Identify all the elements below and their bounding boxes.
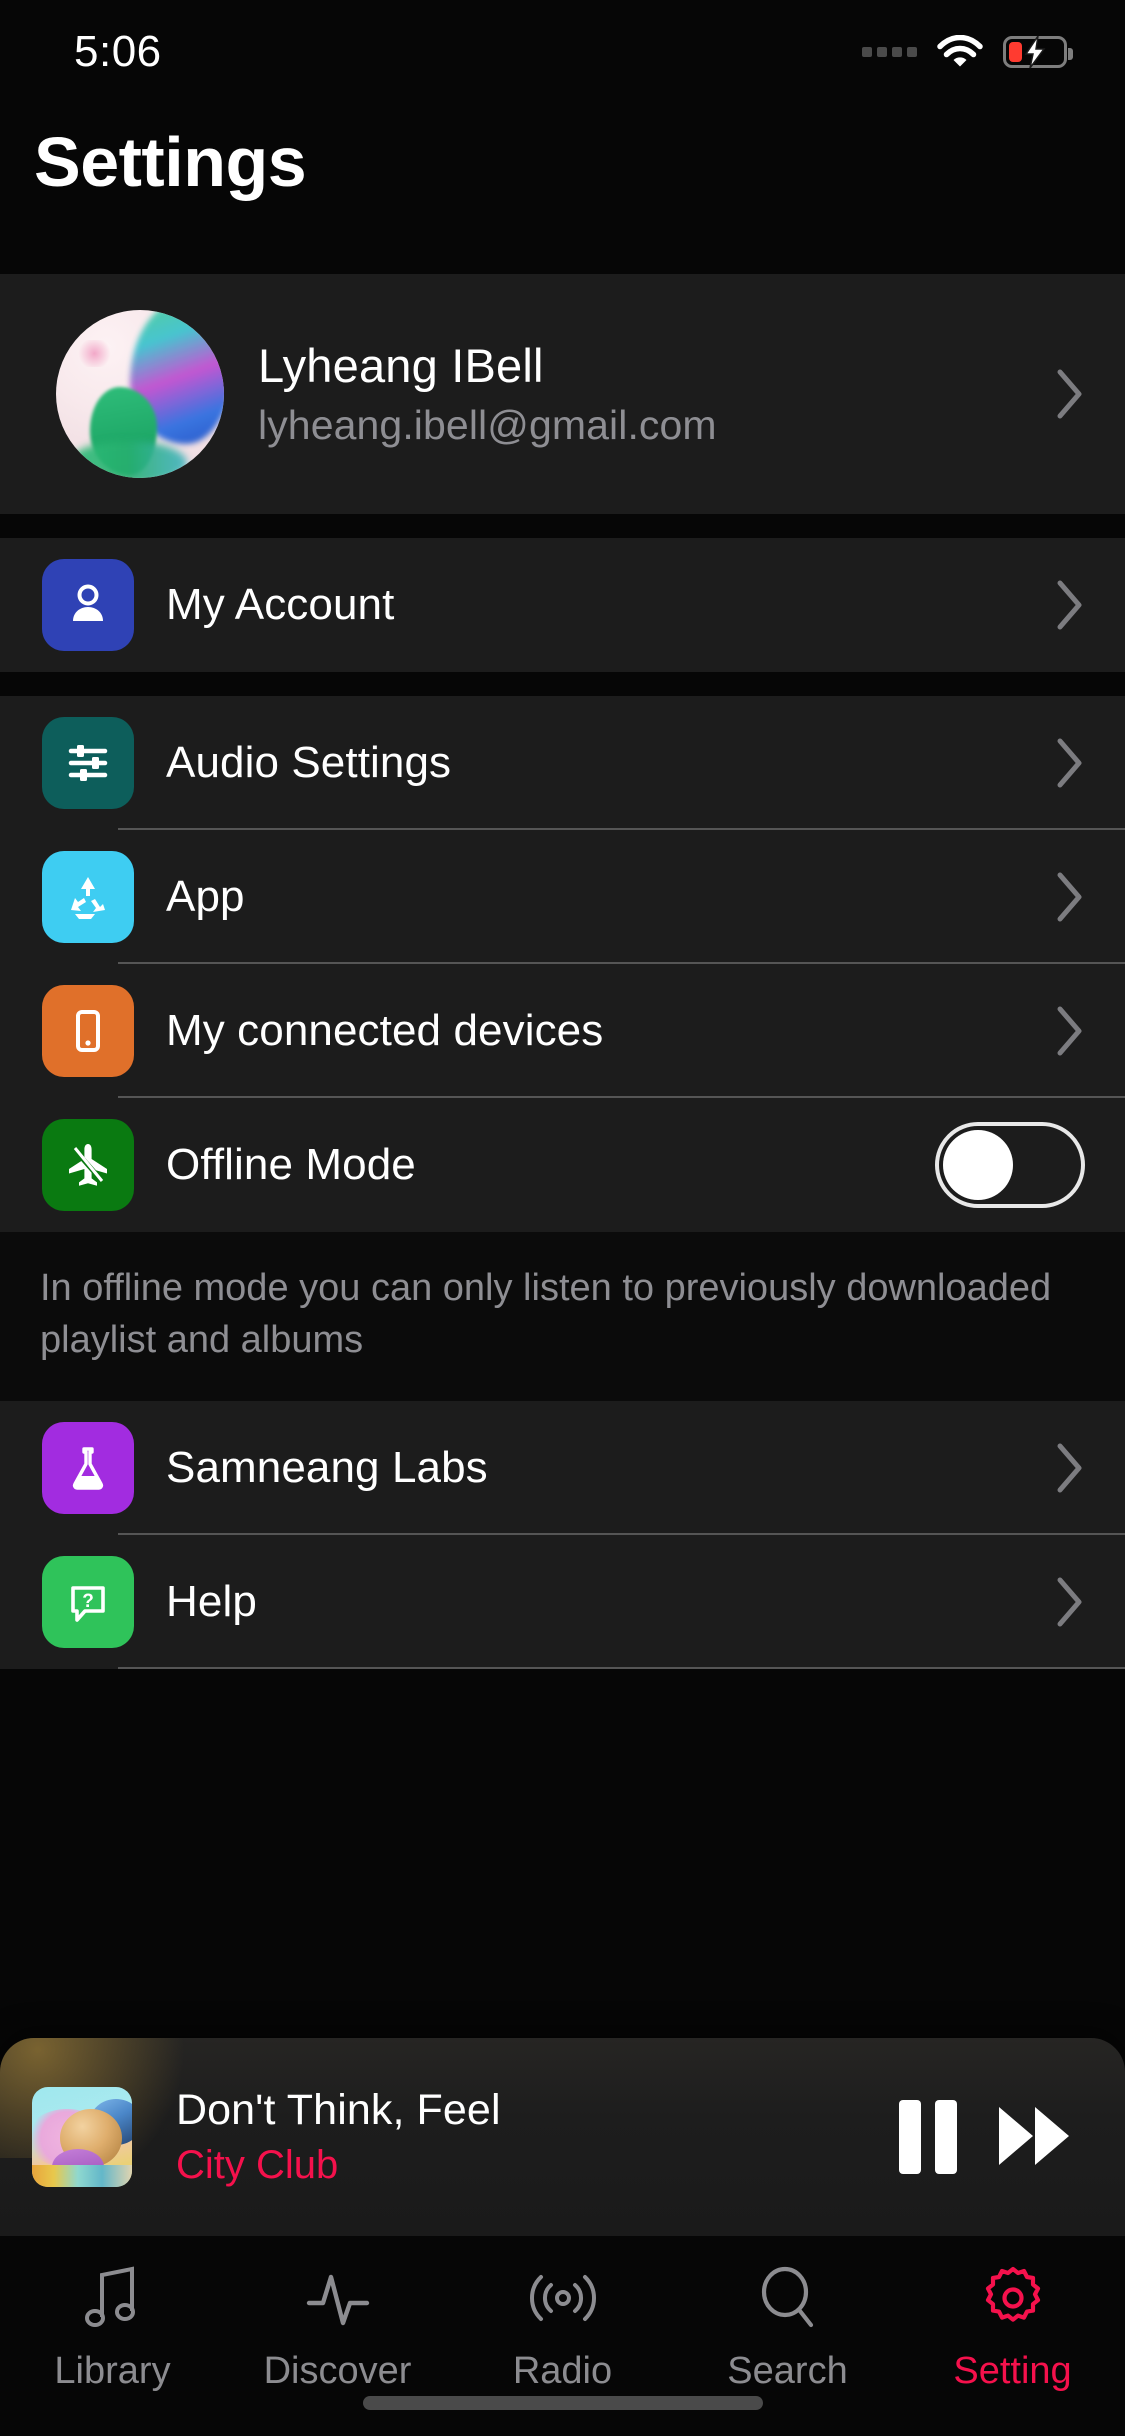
settings-row-my-connected-devices[interactable]: My connected devices: [0, 964, 1125, 1098]
player-controls: [899, 2100, 1071, 2174]
sliders-icon: [42, 717, 134, 809]
recycle-icon: [42, 851, 134, 943]
settings-row-my-account[interactable]: My Account: [0, 538, 1125, 672]
account-section: My Account: [0, 538, 1125, 672]
player-track-info: Don't Think, Feel City Club: [176, 2086, 899, 2188]
settings-row-audio-settings[interactable]: Audio Settings: [0, 696, 1125, 830]
settings-row-offline-mode[interactable]: Offline Mode: [0, 1098, 1125, 1232]
settings-row-label: Samneang Labs: [166, 1442, 488, 1492]
chevron-right-icon: [1057, 1006, 1082, 1056]
offline-note-text: In offline mode you can only listen to p…: [40, 1267, 1052, 1362]
status-bar: 5:06: [0, 0, 1125, 104]
section-gap: [0, 672, 1125, 696]
profile-row[interactable]: Lyheang IBell lyheang.ibell@gmail.com: [0, 274, 1125, 514]
lightning-bolt-icon: [1024, 35, 1046, 69]
tab-setting[interactable]: Setting: [900, 2262, 1125, 2393]
status-indicators: [862, 35, 1073, 69]
tab-label: Search: [727, 2350, 848, 2392]
status-time: 5:06: [74, 27, 162, 76]
settings-screen: 5:06 Settings Lyheang IBell lyheang.ibel…: [0, 0, 1125, 2436]
person-icon: [42, 559, 134, 651]
profile-email: lyheang.ibell@gmail.com: [258, 401, 717, 448]
broadcast-icon: [528, 2262, 598, 2334]
flask-icon: [42, 1421, 134, 1514]
track-artist: City Club: [176, 2143, 339, 2187]
preferences-section: Audio Settings App My connected devices …: [0, 696, 1125, 1232]
avatar: [56, 310, 224, 478]
tab-label: Library: [54, 2350, 171, 2392]
chevron-right-icon: [1057, 872, 1082, 922]
tab-library[interactable]: Library: [0, 2262, 225, 2393]
help-bubble-icon: ?: [42, 1555, 134, 1648]
page-header: Settings: [0, 104, 1125, 274]
settings-row-label: Audio Settings: [166, 738, 452, 787]
tab-radio[interactable]: Radio: [450, 2262, 675, 2393]
chevron-right-icon: [1057, 1443, 1082, 1493]
settings-row-help[interactable]: ? Help: [0, 1534, 1125, 1669]
wifi-icon: [937, 35, 983, 67]
chevron-right-icon: [1057, 1577, 1082, 1627]
settings-row-label: My Account: [166, 580, 395, 629]
extras-section: Samneang Labs ? Help: [0, 1400, 1125, 1669]
chevron-right-icon: [1057, 580, 1082, 630]
music-note-icon: [82, 2262, 144, 2334]
settings-row-app[interactable]: App: [0, 830, 1125, 964]
airplane-icon: [42, 1119, 134, 1211]
offline-mode-note: In offline mode you can only listen to p…: [0, 1232, 1125, 1401]
search-icon: [757, 2262, 819, 2334]
pause-icon[interactable]: [899, 2100, 957, 2174]
signal-dots-icon: [862, 47, 917, 57]
chevron-right-icon: [1057, 369, 1082, 419]
tab-search[interactable]: Search: [675, 2262, 900, 2393]
settings-row-label: App: [166, 872, 245, 921]
pulse-icon: [305, 2262, 371, 2334]
tab-label: Setting: [953, 2350, 1072, 2392]
svg-text:?: ?: [82, 1591, 94, 1612]
settings-row-label: My connected devices: [166, 1006, 604, 1055]
home-indicator[interactable]: [362, 2396, 763, 2410]
profile-text: Lyheang IBell lyheang.ibell@gmail.com: [258, 339, 1055, 448]
settings-row-label: Help: [166, 1576, 257, 1626]
offline-mode-toggle[interactable]: [935, 1122, 1085, 1208]
chevron-right-icon: [1057, 738, 1082, 788]
mini-player[interactable]: Don't Think, Feel City Club: [0, 2038, 1125, 2236]
album-art: [32, 2087, 132, 2187]
tab-discover[interactable]: Discover: [225, 2262, 450, 2393]
tab-label: Radio: [512, 2350, 613, 2392]
battery-charging-icon: [1003, 35, 1073, 69]
fast-forward-icon[interactable]: [997, 2104, 1071, 2171]
settings-row-samneang-labs[interactable]: Samneang Labs: [0, 1400, 1125, 1535]
track-title: Don't Think, Feel: [176, 2086, 501, 2134]
gear-icon: [980, 2262, 1046, 2334]
settings-content: Lyheang IBell lyheang.ibell@gmail.com My…: [0, 274, 1125, 2236]
tab-label: Discover: [263, 2350, 412, 2392]
profile-name: Lyheang IBell: [258, 339, 544, 393]
phone-icon: [42, 985, 134, 1077]
settings-row-label: Offline Mode: [166, 1140, 416, 1189]
page-title: Settings: [34, 123, 307, 201]
section-gap: [0, 514, 1125, 538]
